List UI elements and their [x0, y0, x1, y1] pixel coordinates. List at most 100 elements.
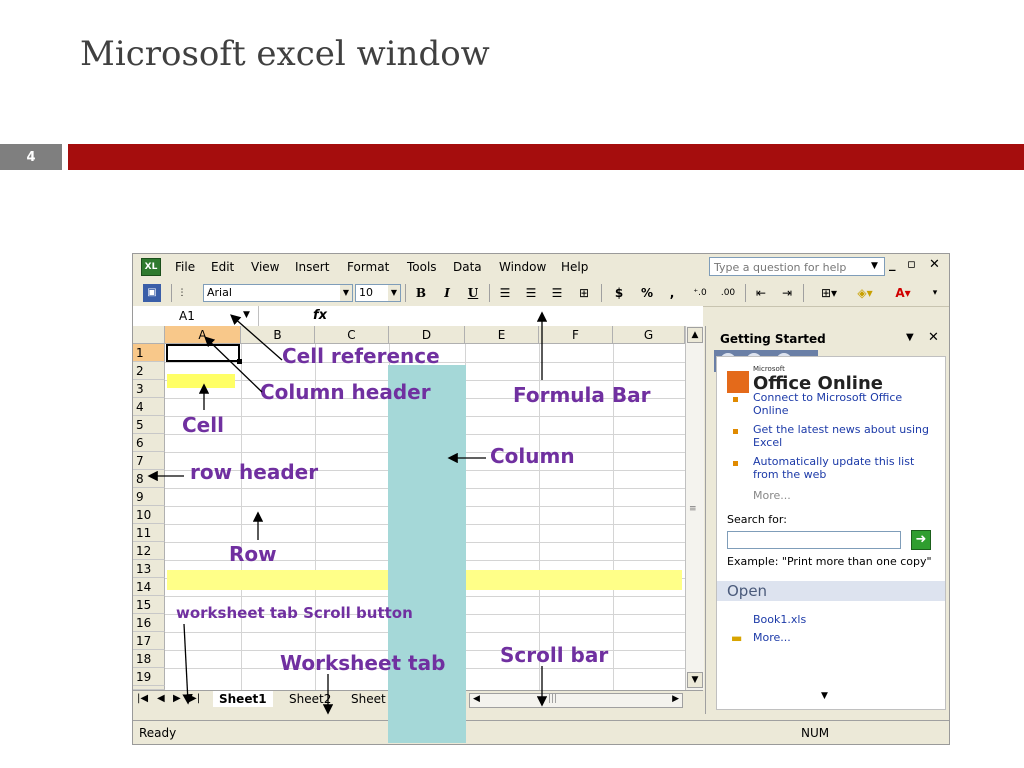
- decrease-indent-icon[interactable]: ⇤: [751, 284, 771, 302]
- menu-file[interactable]: File: [175, 260, 195, 274]
- menu-window[interactable]: Window: [499, 260, 546, 274]
- link-connect-office-online[interactable]: Connect to Microsoft Office Online: [753, 391, 933, 417]
- column-header-e[interactable]: E: [465, 326, 539, 344]
- status-ready: Ready: [139, 726, 177, 740]
- fill-color-icon[interactable]: ◈▾: [851, 284, 879, 302]
- increase-decimal-button[interactable]: ⁺.0: [689, 284, 711, 302]
- sheet-tab-sheet2[interactable]: Sheet2: [283, 691, 337, 707]
- row-header-19[interactable]: 19: [133, 668, 165, 686]
- row-header-4[interactable]: 4: [133, 398, 165, 416]
- row-header-12[interactable]: 12: [133, 542, 165, 560]
- search-input[interactable]: [727, 531, 901, 549]
- column-header-a[interactable]: A: [165, 326, 241, 344]
- align-right-icon[interactable]: ☰: [547, 284, 567, 302]
- annotation-formula-bar: Formula Bar: [513, 383, 651, 407]
- active-cell-a1[interactable]: [166, 344, 242, 364]
- row-header-16[interactable]: 16: [133, 614, 165, 632]
- row-header-2[interactable]: 2: [133, 362, 165, 380]
- column-header-c[interactable]: C: [315, 326, 389, 344]
- column-header-b[interactable]: B: [241, 326, 315, 344]
- open-more[interactable]: More...: [753, 631, 791, 644]
- row-header-15[interactable]: 15: [133, 596, 165, 614]
- name-box[interactable]: A1: [133, 306, 259, 326]
- horizontal-scrollbar[interactable]: ◀ ||| ▶: [469, 693, 683, 708]
- merge-center-icon[interactable]: ⊞: [573, 284, 595, 302]
- italic-button[interactable]: I: [437, 284, 457, 302]
- scroll-up-icon[interactable]: ▲: [687, 327, 703, 343]
- restore-icon[interactable]: ▫: [907, 257, 916, 272]
- help-dropdown-icon[interactable]: ▼: [871, 261, 878, 271]
- row-header-3[interactable]: 3: [133, 380, 165, 398]
- toolbar-more-icon[interactable]: ▾: [929, 284, 941, 302]
- name-box-dropdown-icon[interactable]: ▼: [243, 310, 250, 320]
- prev-sheet-icon[interactable]: ◀: [157, 693, 165, 704]
- excel-app-icon[interactable]: XL: [141, 258, 161, 276]
- bold-button[interactable]: B: [411, 284, 431, 302]
- scroll-right-icon[interactable]: ▶: [672, 694, 679, 704]
- first-sheet-icon[interactable]: |◀: [137, 693, 148, 704]
- row-header-9[interactable]: 9: [133, 488, 165, 506]
- scroll-left-icon[interactable]: ◀: [473, 694, 480, 704]
- open-book1[interactable]: Book1.xls: [753, 613, 806, 626]
- font-name-select[interactable]: Arial ▼: [203, 284, 353, 302]
- font-size-value: 10: [359, 286, 373, 299]
- help-search-input[interactable]: Type a question for help: [709, 257, 885, 276]
- sheet-tab-sheet1[interactable]: Sheet1: [213, 691, 273, 707]
- row-header-18[interactable]: 18: [133, 650, 165, 668]
- select-all-corner[interactable]: [133, 326, 165, 344]
- row-header-17[interactable]: 17: [133, 632, 165, 650]
- align-center-icon[interactable]: ☰: [521, 284, 541, 302]
- next-sheet-icon[interactable]: ▶: [173, 693, 181, 704]
- font-color-icon[interactable]: A▾: [889, 284, 917, 302]
- title-accent-bar: [68, 144, 1024, 170]
- link-latest-news[interactable]: Get the latest news about using Excel: [753, 423, 939, 449]
- row-header-11[interactable]: 11: [133, 524, 165, 542]
- annotation-tab-scroll-button: worksheet tab Scroll button: [176, 604, 413, 622]
- font-size-select[interactable]: 10 ▼: [355, 284, 401, 302]
- task-pane-dropdown-icon[interactable]: ▼: [906, 332, 914, 343]
- link-auto-update[interactable]: Automatically update this list from the …: [753, 455, 929, 481]
- row-header-1[interactable]: 1: [133, 344, 165, 362]
- task-pane-close-icon[interactable]: ✕: [928, 330, 939, 345]
- decrease-decimal-button[interactable]: .00: [717, 284, 739, 302]
- comma-button[interactable]: ,: [665, 284, 679, 302]
- scroll-thumb-icon[interactable]: |||: [548, 694, 557, 704]
- folder-icon: ▬: [731, 631, 743, 645]
- menu-tools[interactable]: Tools: [407, 260, 437, 274]
- row-header-7[interactable]: 7: [133, 452, 165, 470]
- column-header-f[interactable]: F: [539, 326, 613, 344]
- row-header-8[interactable]: 8: [133, 470, 165, 488]
- row-header-6[interactable]: 6: [133, 434, 165, 452]
- menu-edit[interactable]: Edit: [211, 260, 234, 274]
- menu-help[interactable]: Help: [561, 260, 588, 274]
- row-header-5[interactable]: 5: [133, 416, 165, 434]
- currency-button[interactable]: $: [609, 284, 629, 302]
- underline-button[interactable]: U: [463, 284, 483, 302]
- row-header-14[interactable]: 14: [133, 578, 165, 596]
- vertical-scrollbar[interactable]: ▲ ≡ ▼: [685, 326, 704, 690]
- menu-format[interactable]: Format: [347, 260, 389, 274]
- search-go-icon[interactable]: ➜: [911, 530, 931, 550]
- toolbar-options-icon[interactable]: ⋮: [177, 284, 187, 302]
- row-header-10[interactable]: 10: [133, 506, 165, 524]
- link-more[interactable]: More...: [753, 489, 791, 502]
- align-left-icon[interactable]: ☰: [495, 284, 515, 302]
- last-sheet-icon[interactable]: ▶|: [189, 693, 200, 704]
- menu-data[interactable]: Data: [453, 260, 482, 274]
- close-icon[interactable]: ✕: [929, 257, 940, 272]
- fx-icon[interactable]: fx: [313, 308, 327, 323]
- row-header-13[interactable]: 13: [133, 560, 165, 578]
- borders-icon[interactable]: ⊞▾: [815, 284, 843, 302]
- minimize-icon[interactable]: _: [889, 257, 896, 272]
- task-pane-scroll-down-icon[interactable]: ▼: [821, 691, 828, 701]
- column-header-d[interactable]: D: [389, 326, 465, 344]
- scroll-down-icon[interactable]: ▼: [687, 672, 703, 688]
- save-icon[interactable]: ▣: [143, 284, 161, 302]
- column-header-g[interactable]: G: [613, 326, 685, 344]
- increase-indent-icon[interactable]: ⇥: [777, 284, 797, 302]
- percent-button[interactable]: %: [637, 284, 657, 302]
- scroll-thumb-grip-icon[interactable]: ≡: [689, 504, 697, 514]
- menu-insert[interactable]: Insert: [295, 260, 329, 274]
- open-section-header: Open: [717, 581, 945, 601]
- menu-view[interactable]: View: [251, 260, 279, 274]
